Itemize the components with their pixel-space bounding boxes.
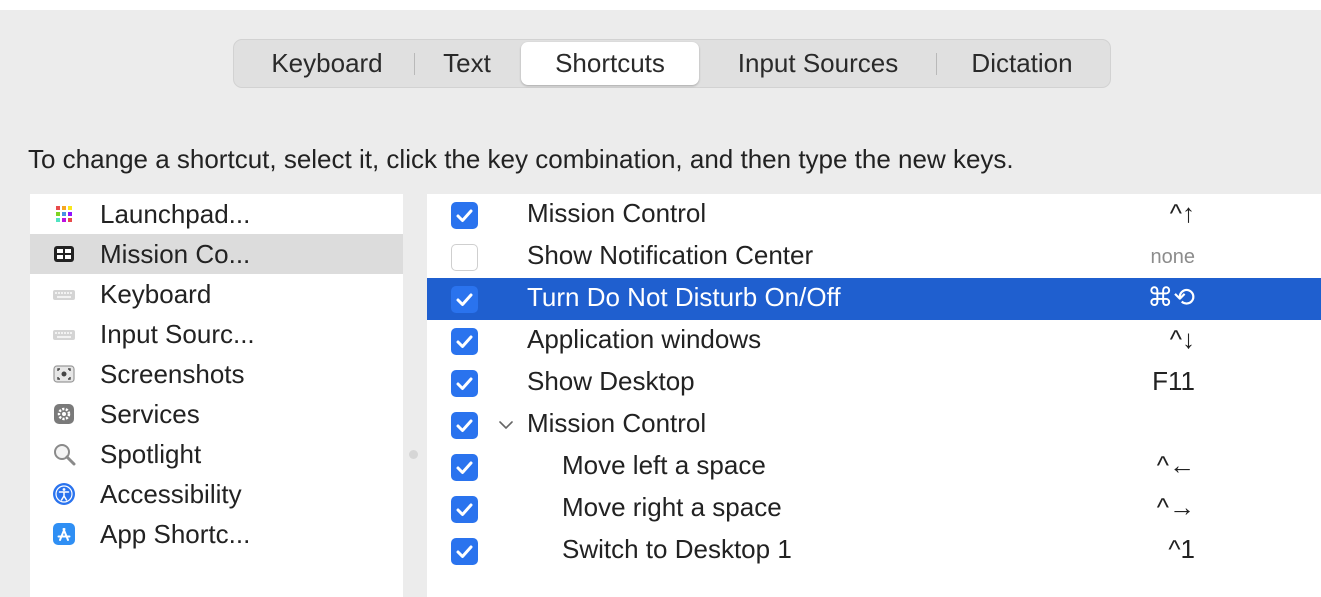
checkmark-icon [456,461,473,474]
shortcut-row-do-not-disturb[interactable]: Turn Do Not Disturb On/Off ⌘⟲ [427,278,1321,320]
shortcut-checkbox[interactable] [451,454,478,481]
keyboard-icon [53,290,75,300]
sidebar-item-label: Accessibility [100,479,242,509]
mission-control-icon [54,246,74,262]
sidebar-item-app-shortcuts[interactable]: App Shortc... [30,514,403,554]
shortcut-checkbox[interactable] [451,202,478,229]
checkmark-icon [456,503,473,516]
shortcut-key-combo[interactable]: ^→ [1157,492,1195,523]
shortcut-group-label: Mission Control [527,408,707,438]
tab-shortcuts[interactable]: Shortcuts [521,42,699,85]
shortcut-checkbox[interactable] [451,370,478,397]
sidebar-item-screenshots[interactable]: Screenshots [30,354,403,394]
sidebar-item-label: Mission Co... [100,239,251,269]
checkmark-icon [456,377,473,390]
tab-text[interactable]: Text [416,42,518,85]
shortcut-group-mission-control[interactable]: Mission Control [427,404,1321,446]
sidebar-item-label: Input Sourc... [100,319,255,349]
checkmark-icon [456,293,473,306]
shortcut-row-switch-desktop-1[interactable]: Switch to Desktop 1 ^1 [427,530,1321,572]
sidebar-item-label: Spotlight [100,439,202,469]
magnifier-icon [54,444,76,466]
shortcut-key-combo[interactable]: none [1151,246,1196,269]
shortcut-label: Mission Control [527,198,707,228]
shortcut-label: Move right a space [562,492,782,522]
sidebar-item-label: App Shortc... [100,519,251,549]
checkmark-icon [456,545,473,558]
sidebar-item-mission-control[interactable]: Mission Co... [30,234,403,274]
shortcut-checkbox[interactable] [451,244,478,271]
instruction-text: To change a shortcut, select it, click t… [28,144,1014,174]
shortcut-row-show-notification-center[interactable]: Show Notification Center none [427,236,1321,278]
shortcut-row-mission-control[interactable]: Mission Control ^↑ [427,194,1321,236]
gear-icon [54,404,74,424]
shortcut-row-application-windows[interactable]: Application windows ^↓ [427,320,1321,362]
shortcut-key-combo[interactable]: ^1 [1168,534,1195,565]
shortcut-row-show-desktop[interactable]: Show Desktop F11 [427,362,1321,404]
shortcut-key-combo[interactable]: ^↓ [1170,324,1195,355]
shortcut-key-combo[interactable]: ⌘⟲ [1147,282,1195,313]
chevron-down-icon[interactable] [497,416,515,434]
checkmark-icon [456,209,473,222]
sidebar-item-input-sources[interactable]: Input Sourc... [30,314,403,354]
preferences-tab-bar: Keyboard Text Shortcuts Input Sources Di… [233,39,1111,88]
shortcut-row-move-left-space[interactable]: Move left a space ^← [427,446,1321,488]
sidebar-item-spotlight[interactable]: Spotlight [30,434,403,474]
tab-keyboard[interactable]: Keyboard [242,42,412,85]
input-sources-icon [53,330,75,340]
shortcuts-list[interactable]: Mission Control ^↑ Show Notification Cen… [427,194,1321,597]
shortcut-label: Move left a space [562,450,766,480]
shortcut-checkbox[interactable] [451,538,478,565]
checkmark-icon [456,335,473,348]
sidebar-item-accessibility[interactable]: Accessibility [30,474,403,514]
sidebar-item-label: Screenshots [100,359,245,389]
tab-divider [936,53,937,75]
shortcut-label: Show Notification Center [527,240,814,270]
accessibility-icon [53,483,75,505]
sidebar-item-launchpad[interactable]: Launchpad... [30,194,403,234]
shortcut-category-list[interactable]: Launchpad... Mission Co... Keyboard Inpu… [30,194,403,597]
tab-input-sources[interactable]: Input Sources [702,42,934,85]
sidebar-item-label: Launchpad... [100,199,251,229]
sidebar-item-label: Keyboard [100,279,212,309]
shortcut-checkbox[interactable] [451,286,478,313]
shortcut-key-combo[interactable]: F11 [1152,366,1195,397]
shortcut-checkbox[interactable] [451,412,478,439]
shortcut-checkbox[interactable] [451,496,478,523]
shortcut-key-combo[interactable]: ^↑ [1170,198,1195,229]
split-view-handle[interactable] [409,450,418,459]
shortcut-label: Application windows [527,324,762,354]
shortcut-key-combo[interactable]: ^← [1157,450,1195,481]
tab-divider [414,53,415,75]
checkmark-icon [456,419,473,432]
sidebar-item-services[interactable]: Services [30,394,403,434]
sidebar-item-keyboard[interactable]: Keyboard [30,274,403,314]
screenshot-icon [53,365,75,383]
shortcut-checkbox[interactable] [451,328,478,355]
app-store-icon [53,523,75,545]
launchpad-icon [56,206,72,222]
sidebar-item-label: Services [100,399,200,429]
shortcut-row-move-right-space[interactable]: Move right a space ^→ [427,488,1321,530]
tab-dictation[interactable]: Dictation [938,42,1106,85]
shortcut-label: Show Desktop [527,366,695,396]
window-top-strip [0,0,1321,10]
shortcut-label: Switch to Desktop 1 [562,534,792,564]
shortcut-label: Turn Do Not Disturb On/Off [527,282,841,312]
